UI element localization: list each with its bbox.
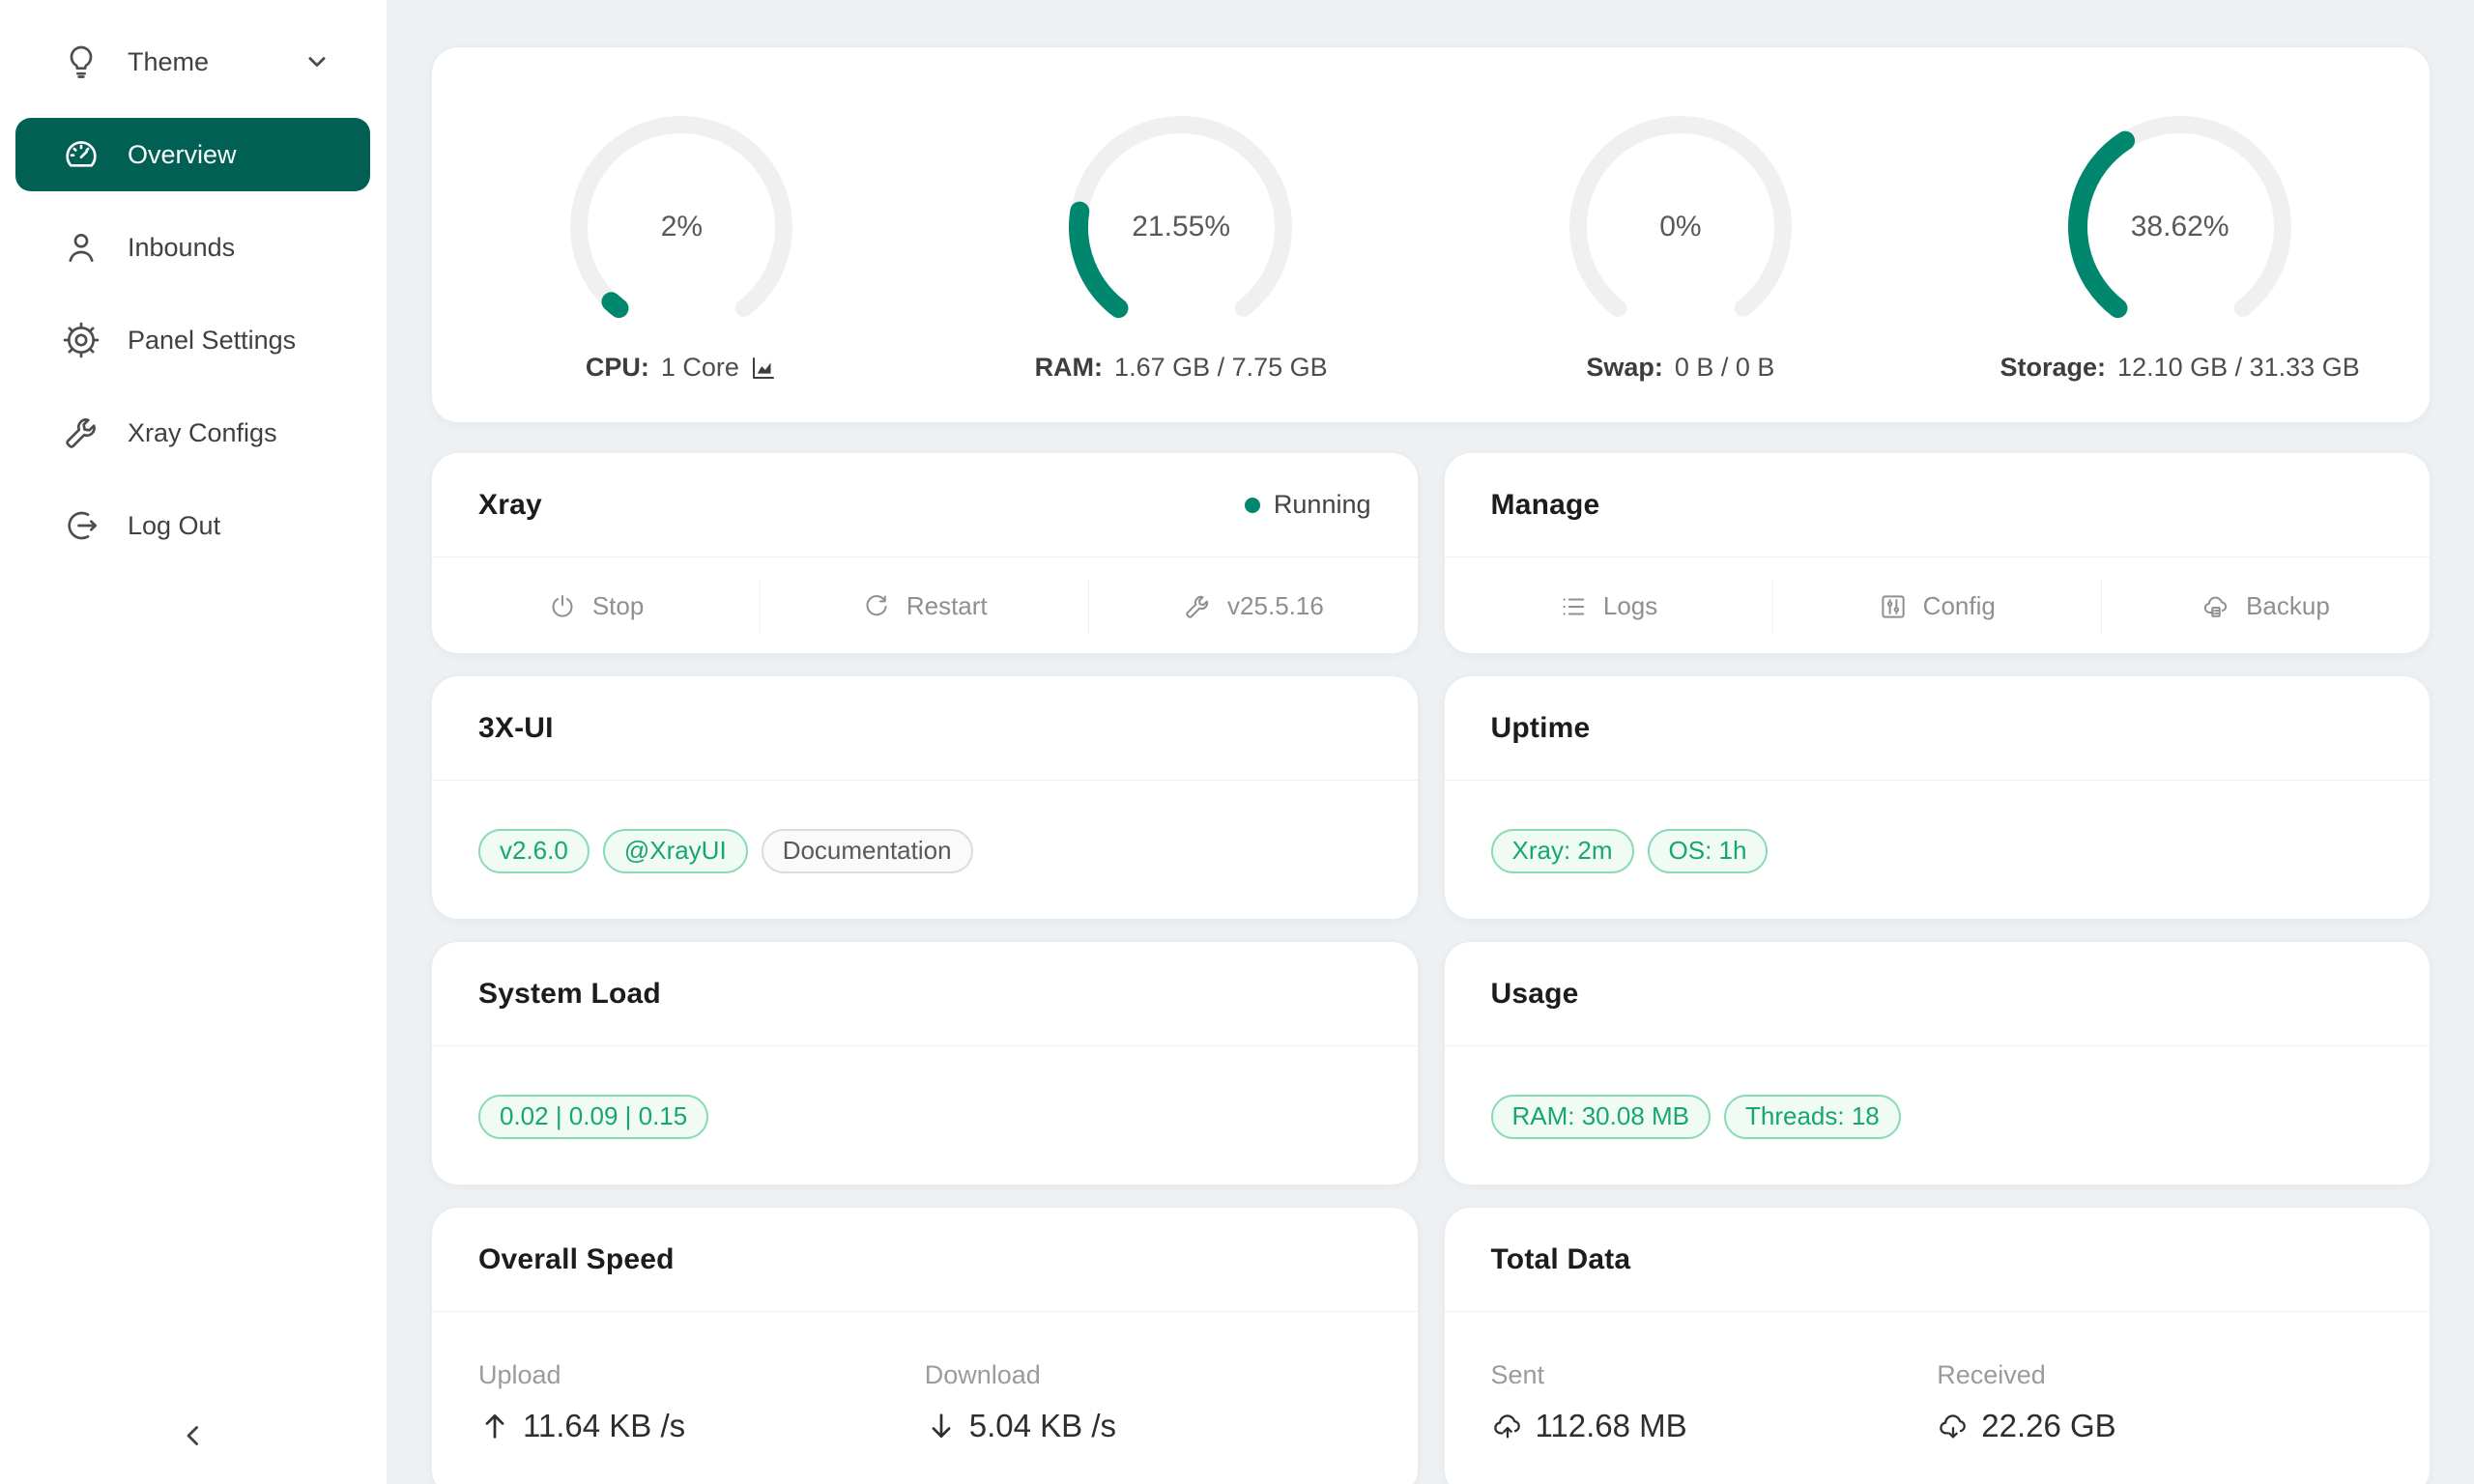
swap-percent: 0% [1563,109,1798,345]
sidebar-item-overview[interactable]: Overview [15,118,370,191]
overall-speed-card-title: Overall Speed [478,1243,675,1276]
main-content: 2% CPU: 1 Core 21.55% RAM: 1.67 GB / 7 [387,0,2474,1484]
cpu-label: CPU: 1 Core [586,353,778,383]
sidebar-item-theme[interactable]: Theme [15,25,370,99]
xui-card: 3X-UI v2.6.0 @XrayUI Documentation [431,675,1419,920]
total-data-card-title: Total Data [1491,1243,1631,1276]
system-gauges-card: 2% CPU: 1 Core 21.55% RAM: 1.67 GB / 7 [431,46,2431,423]
sidebar-item-label: Xray Configs [128,418,277,448]
storage-label: Storage: 12.10 GB / 31.33 GB [2000,353,2360,383]
gauge-swap: 0% Swap: 0 B / 0 B [1431,47,1931,422]
system-load-card-title: System Load [478,978,661,1011]
received-stat: Received 22.26 GB [1937,1360,2383,1444]
arrow-up-icon [478,1410,511,1442]
manage-card-title: Manage [1491,489,1600,522]
xray-restart-button[interactable]: Restart [760,579,1088,634]
list-icon [1559,592,1588,621]
received-value: 22.26 GB [1981,1408,2115,1444]
overall-speed-card: Overall Speed Upload 11.64 KB /s Downloa… [431,1207,1419,1484]
os-uptime-tag: OS: 1h [1648,829,1769,873]
cloud-download-icon [1937,1410,1970,1442]
manage-card: Manage Logs Config [1444,452,2431,654]
status-dot [1245,498,1260,513]
wrench-icon [62,414,101,452]
bulb-icon [62,43,101,81]
download-value: 5.04 KB /s [969,1408,1116,1444]
sidebar-item-label: Overview [128,140,237,170]
manage-logs-button[interactable]: Logs [1445,579,1772,634]
sidebar: Theme Overview Inbounds Panel Settings [0,0,387,1484]
xrayui-tag[interactable]: @XrayUI [603,829,748,873]
control-icon [1879,592,1908,621]
gear-icon [62,321,101,359]
sidebar-item-xray-configs[interactable]: Xray Configs [15,396,370,470]
logout-icon [62,506,101,545]
ram-usage-tag: RAM: 30.08 MB [1491,1095,1712,1139]
wrench-icon [1183,592,1212,621]
manage-config-button[interactable]: Config [1772,579,2101,634]
manage-backup-button[interactable]: Backup [2101,579,2430,634]
xray-version-button[interactable]: v25.5.16 [1088,579,1417,634]
usage-card: Usage RAM: 30.08 MB Threads: 18 [1444,941,2431,1185]
restart-icon [862,592,891,621]
xray-card-title: Xray [478,489,542,522]
load-average-tag: 0.02 | 0.09 | 0.15 [478,1095,708,1139]
sidebar-item-label: Theme [128,47,209,77]
version-tag[interactable]: v2.6.0 [478,829,590,873]
cloud-server-icon [2201,592,2230,621]
upload-value: 11.64 KB /s [523,1408,685,1444]
user-icon [62,228,101,267]
sidebar-collapse-button[interactable] [162,1405,224,1467]
sidebar-item-log-out[interactable]: Log Out [15,489,370,562]
sent-stat: Sent 112.68 MB [1491,1360,1938,1444]
gauge-cpu: 2% CPU: 1 Core [432,47,932,422]
xui-card-title: 3X-UI [478,712,554,745]
total-data-card: Total Data Sent 112.68 MB Received [1444,1207,2431,1484]
sidebar-item-inbounds[interactable]: Inbounds [15,211,370,284]
status-text: Running [1274,490,1371,520]
cpu-percent: 2% [563,109,799,345]
gauge-ram: 21.55% RAM: 1.67 GB / 7.75 GB [932,47,1431,422]
dashboard-icon [62,135,101,174]
threads-tag: Threads: 18 [1724,1095,1901,1139]
area-chart-icon[interactable] [749,354,778,383]
xray-card: Xray Running Stop Restart [431,452,1419,654]
uptime-card: Uptime Xray: 2m OS: 1h [1444,675,2431,920]
sidebar-item-label: Log Out [128,511,220,541]
download-stat: Download 5.04 KB /s [925,1360,1371,1444]
ram-label: RAM: 1.67 GB / 7.75 GB [1035,353,1328,383]
chevron-left-icon [177,1419,210,1452]
cloud-upload-icon [1491,1410,1524,1442]
xray-uptime-tag: Xray: 2m [1491,829,1634,873]
power-icon [548,592,577,621]
sent-value: 112.68 MB [1536,1408,1687,1444]
system-load-card: System Load 0.02 | 0.09 | 0.15 [431,941,1419,1185]
ram-percent: 21.55% [1063,109,1299,345]
chevron-down-icon [301,45,333,78]
xray-status: Running [1245,490,1371,520]
usage-card-title: Usage [1491,978,1579,1011]
arrow-down-icon [925,1410,958,1442]
sidebar-item-panel-settings[interactable]: Panel Settings [15,303,370,377]
upload-stat: Upload 11.64 KB /s [478,1360,925,1444]
swap-label: Swap: 0 B / 0 B [1586,353,1774,383]
xray-stop-button[interactable]: Stop [432,579,760,634]
storage-percent: 38.62% [2062,109,2298,345]
uptime-card-title: Uptime [1491,712,1591,745]
documentation-tag[interactable]: Documentation [762,829,973,873]
sidebar-item-label: Inbounds [128,233,235,263]
sidebar-item-label: Panel Settings [128,326,296,356]
gauge-storage: 38.62% Storage: 12.10 GB / 31.33 GB [1930,47,2430,422]
